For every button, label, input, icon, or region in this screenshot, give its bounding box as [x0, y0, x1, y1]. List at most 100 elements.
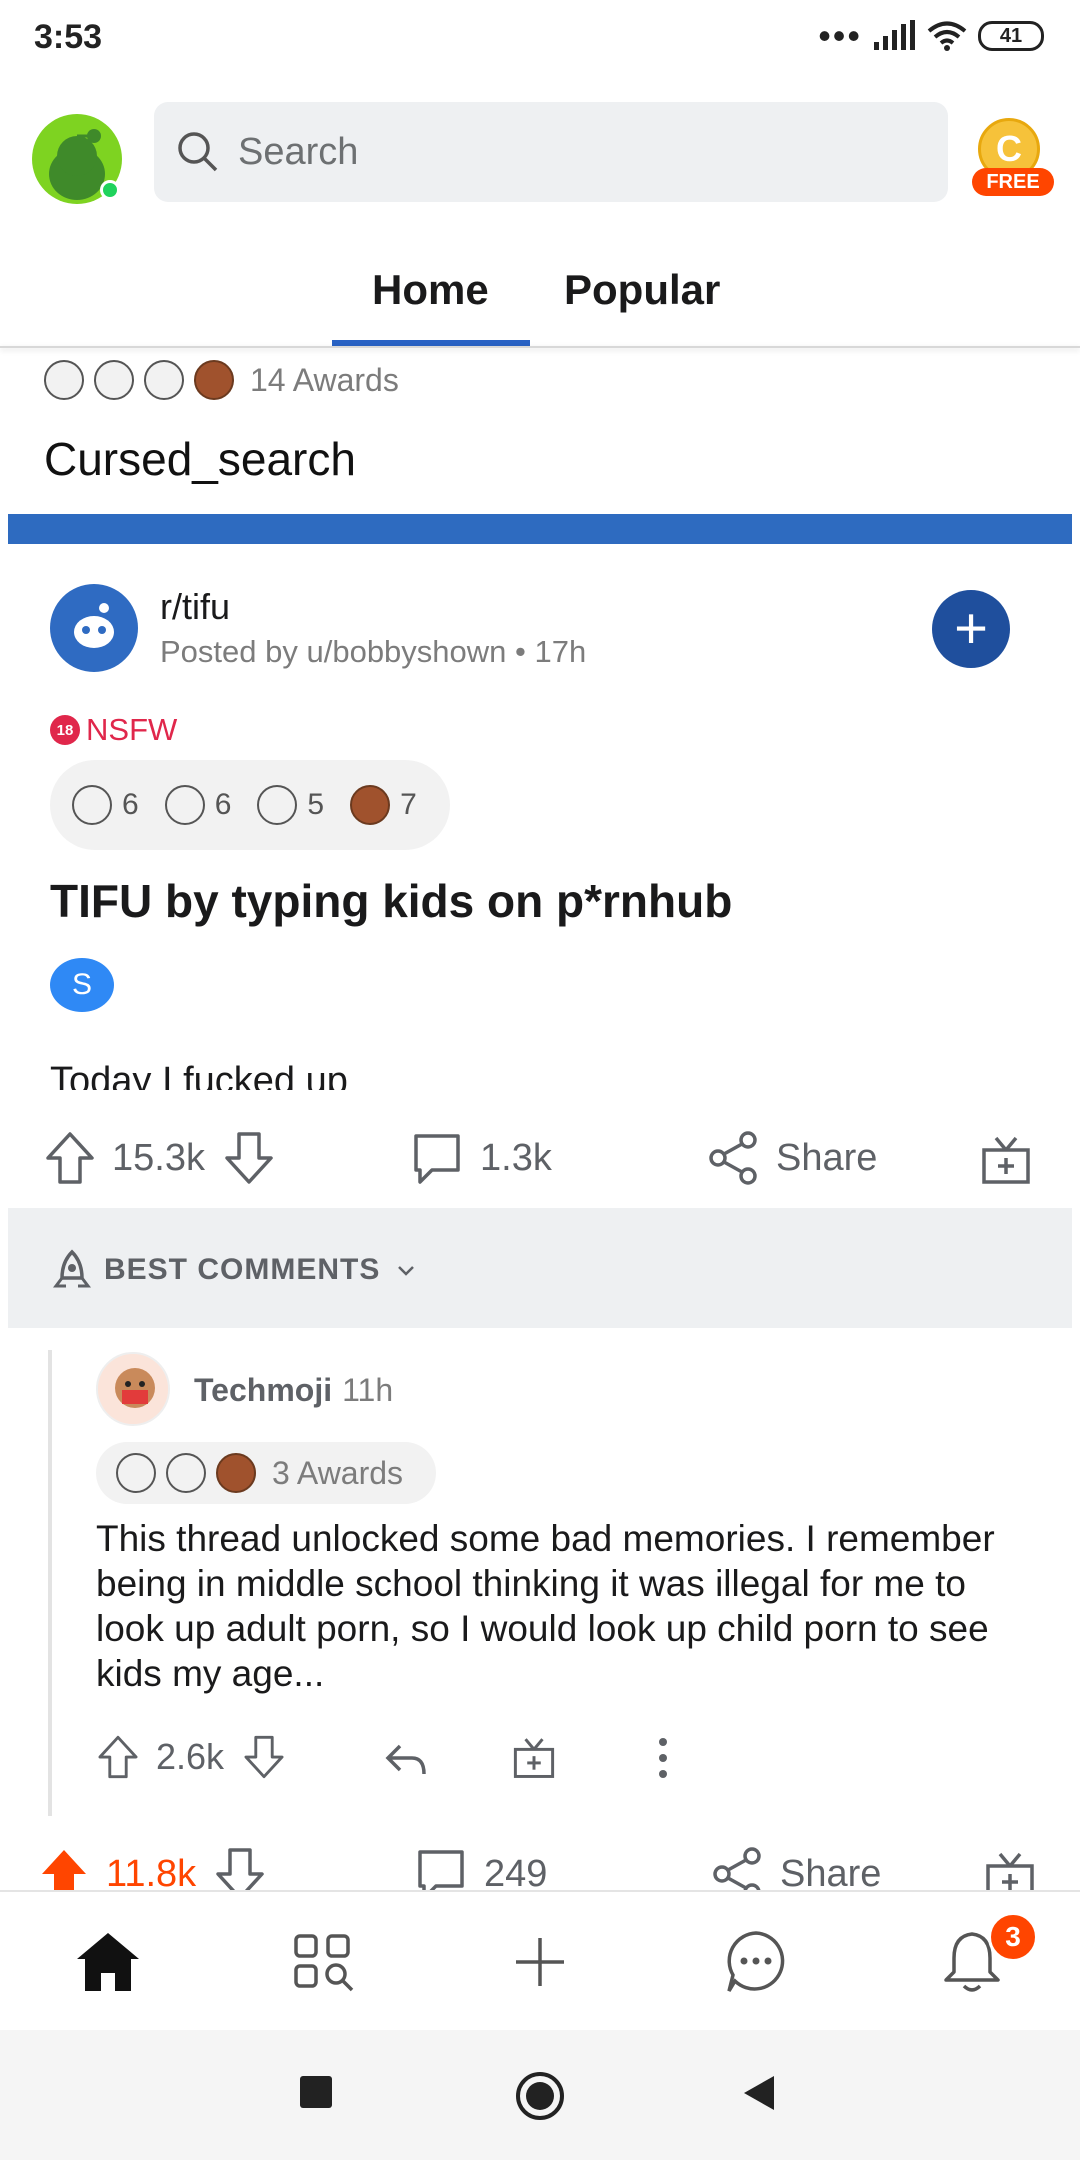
- upvote-count: 15.3k: [112, 1136, 205, 1179]
- comment-author-line: Techmoji 11h: [194, 1372, 393, 1409]
- chevron-down-icon: [398, 1266, 415, 1276]
- post-awards[interactable]: 6 6 5 7: [50, 760, 450, 850]
- award-button[interactable]: [980, 1132, 1032, 1186]
- home-icon: [77, 1933, 139, 1991]
- comment-upvote-count: 2.6k: [156, 1736, 225, 1777]
- search-bar[interactable]: Search: [154, 102, 948, 202]
- upvote-icon[interactable]: [96, 1734, 140, 1780]
- post-actions: 15.3k 1.3k Share: [0, 1120, 1080, 1200]
- status-time: 3:53: [34, 18, 103, 56]
- battery-icon: 41: [978, 21, 1044, 51]
- nav-create[interactable]: [500, 1922, 580, 2002]
- award-icon: [216, 1453, 256, 1493]
- coin-symbol: C: [996, 128, 1022, 169]
- comment-sort[interactable]: BEST COMMENTS: [50, 1248, 418, 1292]
- share-label: Share: [776, 1136, 878, 1179]
- signal-icon: [874, 20, 915, 50]
- comment-actions: 2.6k: [96, 1730, 796, 1790]
- rocket-icon: [53, 1249, 91, 1288]
- free-coins-badge[interactable]: FREE: [972, 168, 1054, 196]
- more-options-icon[interactable]: [656, 1736, 670, 1780]
- award-icon: [194, 360, 234, 400]
- nav-chat[interactable]: [716, 1922, 796, 2002]
- subreddit-avatar[interactable]: [50, 584, 138, 672]
- award-count: 5: [307, 788, 325, 821]
- reply-icon[interactable]: [382, 1740, 428, 1780]
- subreddit-icon: [74, 603, 114, 648]
- next-post-actions: 11.8k 249 Share: [0, 1846, 1080, 1892]
- previous-post-title[interactable]: Cursed_search: [44, 432, 356, 486]
- join-button[interactable]: +: [932, 590, 1010, 668]
- feed-tabs: Home Popular: [0, 252, 1080, 348]
- comment-awards[interactable]: 3 Awards: [96, 1442, 436, 1504]
- comment-avatar[interactable]: [96, 1352, 170, 1426]
- nsfw-icon: 18: [50, 715, 80, 745]
- next-comments-button[interactable]: 249: [414, 1846, 547, 1892]
- comment-count: 1.3k: [480, 1136, 552, 1179]
- downvote-icon[interactable]: [214, 1846, 266, 1892]
- header-divider: [0, 346, 1080, 348]
- search-placeholder: Search: [238, 130, 359, 173]
- post-meta[interactable]: Posted by u/bobbyshown • 17h: [160, 634, 586, 670]
- award-icon: [257, 785, 298, 825]
- award-icon: [44, 360, 84, 400]
- more-dots-icon: •••: [818, 15, 862, 56]
- tab-home[interactable]: Home: [372, 266, 489, 314]
- notification-badge: 3: [988, 1912, 1038, 1962]
- upvote-active-icon[interactable]: [38, 1846, 90, 1892]
- avatar-image: [98, 1354, 168, 1424]
- flair-badge: S: [50, 958, 114, 1012]
- home-system-icon[interactable]: [514, 2070, 566, 2122]
- thread-line[interactable]: [48, 1350, 52, 1816]
- share-icon: [709, 1131, 757, 1185]
- award-icon: [144, 360, 184, 400]
- comments-button[interactable]: 1.3k: [410, 1130, 552, 1186]
- gift-icon: [986, 1852, 1034, 1892]
- nav-discover[interactable]: [284, 1922, 364, 2002]
- award-icon: [94, 360, 134, 400]
- wifi-icon: [927, 21, 967, 51]
- grid-search-icon: [294, 1934, 354, 1992]
- award-icon: [72, 785, 112, 825]
- award-icon: [116, 1453, 156, 1493]
- share-button[interactable]: Share: [706, 1130, 877, 1186]
- share-icon: [713, 1847, 761, 1892]
- next-comment-count: 249: [484, 1852, 548, 1893]
- plus-icon: [516, 1938, 564, 1986]
- awards-count: 3 Awards: [272, 1454, 404, 1491]
- gift-icon[interactable]: [512, 1734, 556, 1780]
- downvote-icon[interactable]: [242, 1734, 286, 1780]
- award-count: 6: [214, 788, 232, 821]
- upvote-icon[interactable]: [44, 1130, 96, 1186]
- gift-icon: [982, 1136, 1030, 1184]
- recents-icon[interactable]: [298, 2074, 334, 2110]
- comment-icon: [414, 1134, 460, 1184]
- nsfw-tag: 18 NSFW: [50, 712, 177, 748]
- subreddit-name[interactable]: r/tifu: [160, 586, 230, 628]
- award-icon: [164, 785, 205, 825]
- previous-post-awards[interactable]: 14 Awards: [44, 360, 399, 400]
- comment-time: 11h: [342, 1372, 394, 1408]
- downvote-icon[interactable]: [223, 1130, 275, 1186]
- post-image-strip[interactable]: [8, 514, 1072, 544]
- next-share-button[interactable]: Share: [710, 1846, 881, 1892]
- system-nav-bar: [0, 2030, 1080, 2160]
- post-body-preview[interactable]: Today I fucked up: [50, 1058, 1050, 1090]
- search-icon: [178, 132, 218, 172]
- award-icon: [350, 785, 391, 825]
- award-icon: [166, 1453, 206, 1493]
- nsfw-label: NSFW: [86, 712, 178, 747]
- post-title[interactable]: TIFU by typing kids on p*rnhub: [50, 874, 732, 928]
- award-count: 7: [400, 788, 417, 821]
- tab-popular[interactable]: Popular: [564, 266, 720, 314]
- comment-icon: [418, 1850, 464, 1892]
- award-count: 6: [122, 788, 139, 821]
- bottom-nav: [0, 1890, 1080, 2030]
- comment-author[interactable]: Techmoji: [194, 1372, 332, 1408]
- next-share-label: Share: [780, 1852, 882, 1893]
- next-upvote-count: 11.8k: [106, 1852, 197, 1893]
- nav-home[interactable]: [68, 1922, 148, 2002]
- back-icon[interactable]: [742, 2074, 776, 2112]
- comment-body[interactable]: This thread unlocked some bad memories. …: [96, 1516, 1036, 1696]
- next-award-button[interactable]: [984, 1848, 1036, 1892]
